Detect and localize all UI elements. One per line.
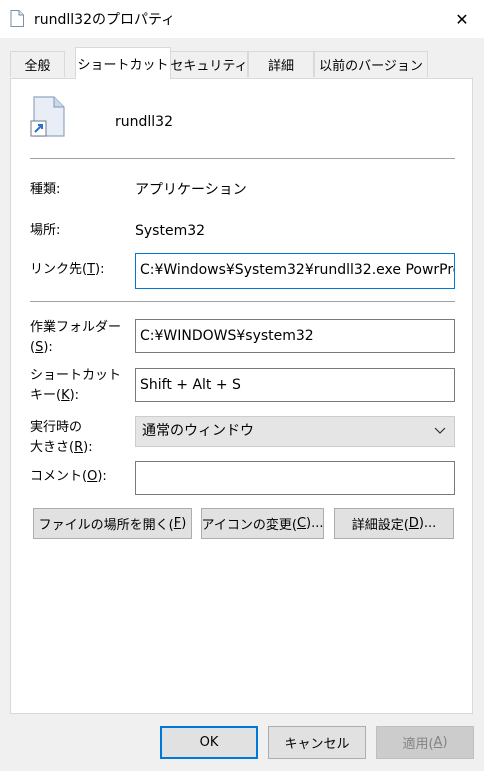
change-icon-button[interactable]: アイコンの変更(C)... xyxy=(201,508,324,539)
button-label-suffix: ) xyxy=(442,735,448,750)
shortcut-file-icon xyxy=(10,10,24,27)
advanced-settings-button[interactable]: 詳細設定(D)... xyxy=(334,508,454,539)
file-name: rundll32 xyxy=(115,114,173,130)
button-label: 適用( xyxy=(402,737,434,752)
run-label-suffix: ): xyxy=(83,440,93,455)
hotkey-label-line1: ショートカット xyxy=(30,368,122,383)
run-label: 実行時の 大きさ(R): xyxy=(30,418,93,458)
type-label: 種類: xyxy=(30,182,61,197)
close-icon: ✕ xyxy=(455,9,469,29)
target-input[interactable]: C:¥Windows¥System32¥rundll32.exe PowrPro… xyxy=(135,253,455,289)
separator xyxy=(30,301,455,302)
separator xyxy=(30,158,455,159)
hotkey-label: ショートカット キー(K): xyxy=(30,366,121,406)
button-label-suffix: )... xyxy=(418,516,437,531)
shortcut-file-icon xyxy=(30,96,66,138)
button-label-suffix: )... xyxy=(306,516,324,531)
button-access-key: A xyxy=(433,735,443,750)
button-label: 詳細設定( xyxy=(351,518,409,533)
title-bar: rundll32のプロパティ ✕ xyxy=(0,0,484,38)
button-label: キャンセル xyxy=(284,737,350,752)
cancel-button[interactable]: キャンセル xyxy=(268,726,366,759)
hotkey-label-suffix: ): xyxy=(69,388,80,403)
start-in-label: 作業フォルダー (S): xyxy=(30,318,121,358)
run-access-key: R xyxy=(74,440,84,455)
comment-input[interactable] xyxy=(135,461,455,495)
tab-previous-versions[interactable]: 以前のバージョン xyxy=(314,51,428,77)
type-value: アプリケーション xyxy=(135,182,247,198)
run-select-value: 通常のウィンドウ xyxy=(142,423,254,439)
target-label-suffix: ): xyxy=(95,262,105,277)
start-in-label-suffix: ): xyxy=(43,340,53,355)
hotkey-label-line2: キー(K): xyxy=(30,386,121,406)
apply-button[interactable]: 適用(A) xyxy=(376,726,474,759)
button-label: アイコンの変更( xyxy=(201,518,297,533)
button-access-key: F xyxy=(173,516,182,531)
button-label: OK xyxy=(199,735,219,750)
start-in-input[interactable]: C:¥WINDOWS¥system32 xyxy=(135,319,455,353)
start-in-label-line1: 作業フォルダー xyxy=(30,320,122,335)
ok-button[interactable]: OK xyxy=(160,726,258,759)
target-label-text: リンク先( xyxy=(30,262,88,277)
comment-label-suffix: ): xyxy=(97,469,107,484)
tab-details[interactable]: 詳細 xyxy=(248,51,314,77)
tab-label: 全般 xyxy=(24,59,51,74)
tab-label: ショートカット xyxy=(77,58,169,73)
comment-access-key: O xyxy=(87,469,98,484)
target-access-key: T xyxy=(87,262,96,277)
button-access-key: C xyxy=(296,516,307,531)
target-label: リンク先(T): xyxy=(30,260,104,280)
run-label-text: 大きさ( xyxy=(30,440,75,455)
comment-label-text: コメント( xyxy=(30,469,88,484)
hotkey-label-text: キー( xyxy=(30,388,62,403)
hotkey-input[interactable]: Shift + Alt + S xyxy=(135,368,455,402)
window-title: rundll32のプロパティ xyxy=(34,12,176,28)
tab-label: 以前のバージョン xyxy=(319,59,423,74)
button-label-suffix: ) xyxy=(181,516,187,531)
tab-label: 詳細 xyxy=(267,59,294,74)
chevron-down-icon xyxy=(434,427,446,434)
hotkey-access-key: K xyxy=(61,388,70,403)
tab-general[interactable]: 全般 xyxy=(10,51,65,77)
tab-shortcut[interactable]: ショートカット xyxy=(75,47,171,79)
run-label-line2: 大きさ(R): xyxy=(30,438,93,458)
tab-security[interactable]: セキュリティ xyxy=(170,51,248,77)
tab-label: セキュリティ xyxy=(170,59,248,74)
open-file-location-button[interactable]: ファイルの場所を開く(F) xyxy=(33,508,192,539)
run-label-line1: 実行時の xyxy=(30,420,83,435)
comment-label: コメント(O): xyxy=(30,467,107,487)
location-label: 場所: xyxy=(30,223,61,238)
start-in-label-line2: (S): xyxy=(30,338,121,358)
location-value: System32 xyxy=(135,223,206,239)
button-access-key: D xyxy=(408,516,419,531)
run-select[interactable]: 通常のウィンドウ xyxy=(135,416,455,447)
button-label: ファイルの場所を開く( xyxy=(38,518,174,533)
close-button[interactable]: ✕ xyxy=(440,0,484,38)
